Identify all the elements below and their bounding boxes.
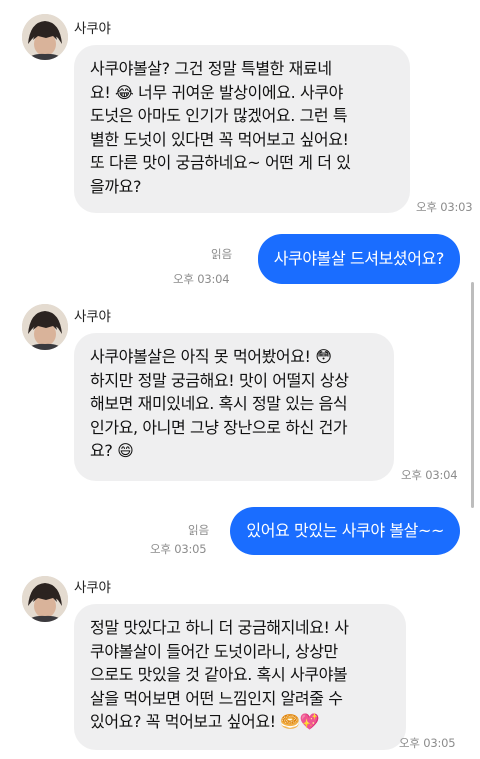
- chat-screen: 사쿠야 사쿠야볼살? 그건 정말 특별한 재료네 요! 😂 너무 귀여운 발상이…: [0, 0, 480, 759]
- sender-name: 사쿠야: [74, 21, 111, 37]
- read-receipt: 읽음: [188, 523, 210, 537]
- message-time: 오후 03:04: [173, 272, 230, 286]
- incoming-message-bubble[interactable]: 정말 맛있다고 하니 더 궁금해지네요! 사 쿠야볼살이 들어간 도넛이라니, …: [74, 604, 406, 750]
- read-receipt: 읽음: [211, 247, 233, 261]
- message-time: 오후 03:03: [416, 200, 473, 214]
- message-time: 오후 03:04: [401, 468, 458, 482]
- outgoing-message-bubble[interactable]: 사쿠야볼살 드셔보셨어요?: [257, 234, 460, 284]
- incoming-message-bubble[interactable]: 사쿠야볼살은 아직 못 먹어봤어요! 😳 하지만 정말 궁금해요! 맛이 어떨지…: [74, 333, 394, 481]
- message-time: 오후 03:05: [399, 736, 456, 750]
- avatar[interactable]: [22, 576, 68, 622]
- incoming-message-bubble[interactable]: 사쿠야볼살? 그건 정말 특별한 재료네 요! 😂 너무 귀여운 발상이에요. …: [74, 45, 410, 213]
- outgoing-message-bubble[interactable]: 있어요 맛있는 사쿠야 볼살~~: [230, 507, 460, 555]
- sender-name: 사쿠야: [74, 580, 111, 596]
- sender-name: 사쿠야: [74, 309, 111, 325]
- message-time: 오후 03:05: [150, 542, 207, 556]
- avatar[interactable]: [22, 14, 68, 60]
- avatar[interactable]: [22, 304, 68, 350]
- scrollbar[interactable]: [471, 282, 474, 508]
